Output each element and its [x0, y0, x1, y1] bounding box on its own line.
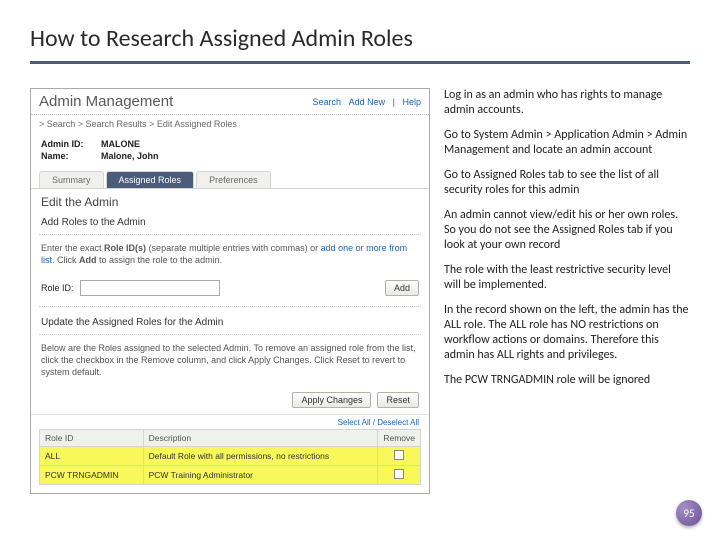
tab-assigned-roles[interactable]: Assigned Roles — [106, 171, 195, 188]
table-row: PCW TRNGADMIN PCW Training Administrator — [40, 466, 421, 485]
role-id-label: Role ID: — [41, 283, 74, 293]
bullets-panel: Log in as an admin who has rights to man… — [444, 88, 690, 494]
cell-role-id: PCW TRNGADMIN — [40, 466, 144, 485]
help-divider: | — [393, 97, 395, 107]
bullet: Log in as an admin who has rights to man… — [444, 88, 690, 118]
add-button[interactable]: Add — [385, 280, 419, 296]
col-role-id[interactable]: Role ID — [40, 430, 144, 447]
link-help[interactable]: Help — [402, 97, 421, 107]
bullet: The role with the least restrictive secu… — [444, 263, 690, 293]
app-mock: Admin Management Search Add New | Help >… — [30, 88, 430, 494]
roles-table: Role ID Description Remove ALL Default R… — [39, 429, 421, 485]
bullet: Go to Assigned Roles tab to see the list… — [444, 168, 690, 198]
update-roles-text: Below are the Roles assigned to the sele… — [31, 339, 429, 386]
col-remove[interactable]: Remove — [378, 430, 421, 447]
admin-id-label: Admin ID: — [41, 139, 101, 149]
breadcrumb: > Search > Search Results > Edit Assigne… — [31, 115, 429, 139]
add-roles-instruction: Enter the exact Role ID(s) (separate mul… — [31, 239, 429, 274]
edit-admin-heading: Edit the Admin — [31, 189, 429, 211]
name-value: Malone, John — [101, 151, 159, 161]
col-description[interactable]: Description — [143, 430, 378, 447]
cell-role-id: ALL — [40, 447, 144, 466]
tab-summary[interactable]: Summary — [39, 171, 104, 188]
table-row: ALL Default Role with all permissions, n… — [40, 447, 421, 466]
cell-description: PCW Training Administrator — [143, 466, 378, 485]
bullet: Go to System Admin > Application Admin >… — [444, 128, 690, 158]
select-all-link[interactable]: Select All / Deselect All — [338, 418, 419, 427]
add-roles-heading: Add Roles to the Admin — [31, 211, 429, 230]
app-header-links: Search Add New | Help — [308, 97, 421, 107]
divider — [39, 306, 421, 307]
bullet: The PCW TRNGADMIN role will be ignored — [444, 373, 690, 388]
link-search[interactable]: Search — [313, 97, 342, 107]
app-header-title: Admin Management — [39, 93, 173, 110]
divider — [39, 334, 421, 335]
tab-preferences[interactable]: Preferences — [196, 171, 271, 188]
divider — [39, 234, 421, 235]
page-number: 95 — [676, 500, 702, 526]
cell-description: Default Role with all permissions, no re… — [143, 447, 378, 466]
screenshot-panel: Admin Management Search Add New | Help >… — [30, 88, 430, 494]
remove-checkbox[interactable] — [394, 450, 404, 460]
tab-bar: Summary Assigned Roles Preferences — [31, 163, 429, 189]
page-title: How to Research Assigned Admin Roles — [30, 24, 690, 64]
remove-checkbox[interactable] — [394, 469, 404, 479]
name-label: Name: — [41, 151, 101, 161]
role-id-input[interactable] — [80, 280, 220, 296]
bullet: An admin cannot view/edit his or her own… — [444, 208, 690, 253]
update-roles-heading: Update the Assigned Roles for the Admin — [31, 311, 429, 330]
apply-changes-button[interactable]: Apply Changes — [292, 392, 371, 408]
reset-button[interactable]: Reset — [377, 392, 419, 408]
bullet: In the record shown on the left, the adm… — [444, 303, 690, 363]
admin-id-value: MALONE — [101, 139, 140, 149]
link-add-new[interactable]: Add New — [349, 97, 386, 107]
